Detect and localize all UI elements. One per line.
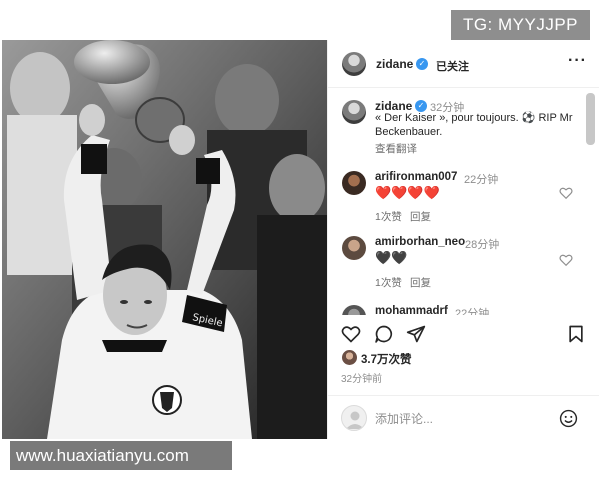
- post-details-panel: zidane ✓ 已关注 ··· zidane ✓ 32分钟 « Der Kai…: [327, 40, 599, 439]
- share-send-icon[interactable]: [406, 324, 426, 344]
- comment-text: 🖤🖤: [375, 250, 408, 265]
- comment-time: 22分钟: [455, 308, 490, 315]
- caption-text: « Der Kaiser », pour toujours. ⚽ RIP Mr …: [375, 112, 573, 138]
- likes-avatar[interactable]: [342, 350, 357, 365]
- comment-like-heart-icon[interactable]: [559, 253, 573, 267]
- caption-avatar[interactable]: [342, 100, 366, 124]
- follow-status-button[interactable]: 已关注: [436, 58, 469, 74]
- emoji-smiley-icon[interactable]: [559, 409, 578, 428]
- post-photo[interactable]: Spiele: [2, 40, 327, 439]
- verified-badge-icon: ✓: [416, 58, 428, 70]
- like-heart-icon[interactable]: [341, 324, 361, 344]
- comment-reply-button[interactable]: 回复: [410, 275, 431, 290]
- comment-username[interactable]: mohammadrf: [375, 305, 448, 315]
- comment-time: 22分钟: [464, 174, 499, 186]
- posted-time: 32分钟前: [341, 374, 383, 385]
- translate-link[interactable]: 查看翻译: [375, 141, 417, 156]
- watermark-top: TG: MYYJJPP: [451, 10, 590, 40]
- save-bookmark-icon[interactable]: [566, 324, 586, 344]
- more-options-icon[interactable]: ···: [568, 52, 587, 70]
- comment-text: ❤️❤️❤️❤️: [375, 185, 440, 200]
- comment-reply-button[interactable]: 回复: [410, 209, 431, 224]
- comment-likes[interactable]: 1次赞: [375, 209, 402, 224]
- photo-illustration: Spiele: [2, 40, 327, 439]
- comment-likes[interactable]: 1次赞: [375, 275, 402, 290]
- watermark-bottom: www.huaxiatianyu.com: [10, 441, 232, 470]
- comment-avatar[interactable]: [342, 305, 366, 315]
- comment-avatar[interactable]: [342, 236, 366, 260]
- comments-scrollbar[interactable]: [586, 93, 595, 145]
- likes-count[interactable]: 3.7万次赞: [361, 351, 412, 367]
- comments-list[interactable]: zidane ✓ 32分钟 « Der Kaiser », pour toujo…: [328, 89, 599, 315]
- comment-time: 28分钟: [465, 239, 500, 251]
- author-username[interactable]: zidane: [376, 57, 413, 71]
- author-avatar[interactable]: [342, 52, 366, 76]
- add-comment-input[interactable]: 添加评论...: [375, 410, 433, 427]
- add-comment-bar: 添加评论...: [328, 395, 599, 439]
- current-user-avatar-icon: [341, 405, 367, 431]
- comment-like-heart-icon[interactable]: [559, 186, 573, 200]
- post-header: zidane ✓ 已关注 ···: [328, 40, 599, 88]
- comment-avatar[interactable]: [342, 171, 366, 195]
- comment-bubble-icon[interactable]: [374, 324, 394, 344]
- post-actions-bar: [328, 316, 599, 356]
- comment-username[interactable]: arifironman007: [375, 171, 457, 183]
- comment-username[interactable]: amirborhan_neo: [375, 236, 465, 248]
